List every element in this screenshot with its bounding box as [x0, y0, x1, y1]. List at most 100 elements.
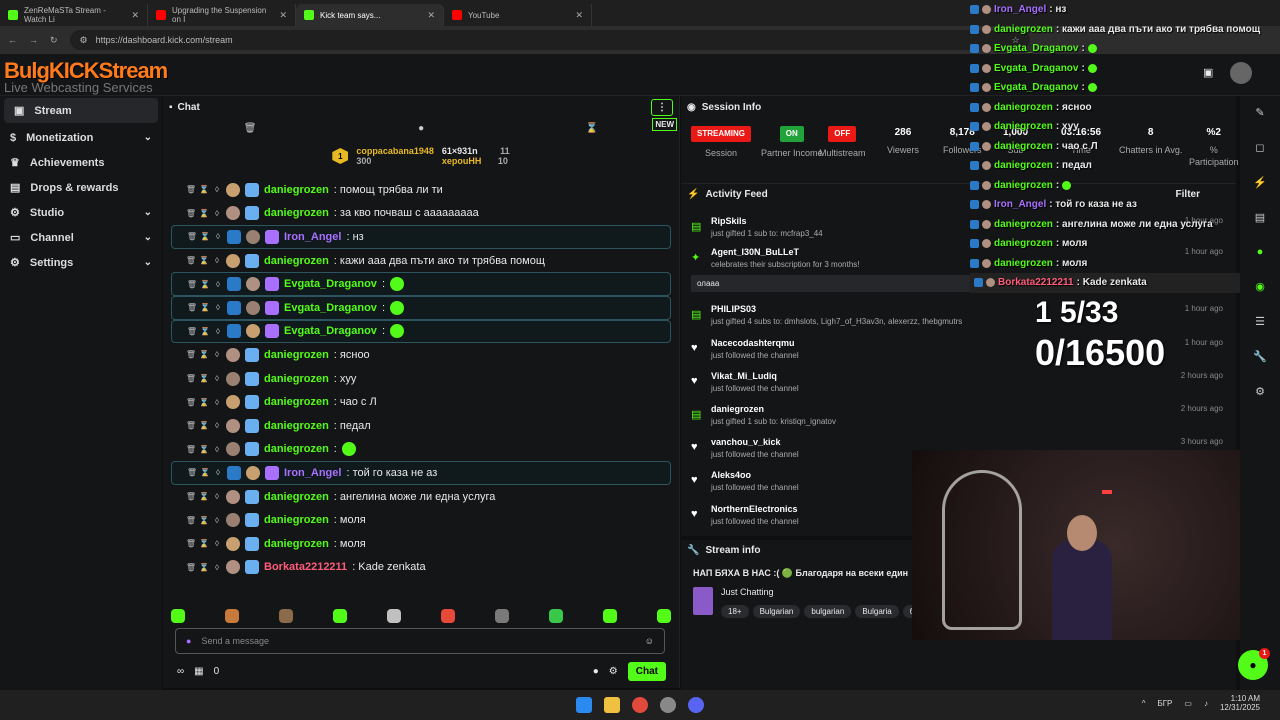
chat-tool-icon[interactable]: ●	[1257, 246, 1264, 258]
hourglass-icon[interactable]: ⌛	[199, 492, 209, 502]
trash-icon[interactable]: 🗑	[186, 562, 196, 572]
mic-icon[interactable]: ●	[186, 636, 191, 646]
hourglass-icon[interactable]: ⌛	[199, 397, 209, 407]
emote-icon[interactable]	[657, 609, 671, 623]
close-tab-icon[interactable]: ✕	[279, 10, 287, 21]
chat-message[interactable]: 🗑 ⌛ ◊ daniegrozen: ангелина може ли една ус…	[171, 485, 671, 509]
emoji-icon[interactable]: ☺	[645, 636, 654, 646]
chat-username[interactable]: daniegrozen	[264, 538, 329, 550]
stream-tag[interactable]: Bulgarian	[752, 605, 801, 618]
discord-icon[interactable]	[688, 697, 704, 713]
trash-icon[interactable]: 🗑	[186, 208, 196, 218]
chat-username[interactable]: daniegrozen	[264, 184, 329, 196]
chat-message[interactable]: 🗑 ⌛ ◊ Borkata2212211: Kade zenkata	[171, 556, 671, 580]
language-indicator[interactable]: БГР	[1157, 699, 1172, 708]
category-name[interactable]: Just Chatting	[721, 587, 938, 597]
trash-icon[interactable]: 🗑	[186, 421, 196, 431]
chat-message[interactable]: 🗑 ⌛ ◊ daniegrozen: за кво почваш с аааааааа…	[171, 202, 671, 226]
layers-icon[interactable]: ☰	[1255, 315, 1265, 328]
windows-start-icon[interactable]	[576, 697, 592, 713]
hourglass-icon[interactable]: ⌛	[200, 279, 210, 289]
activity-item[interactable]: ▤ daniegrozen just gifted 1 sub to: kristi…	[691, 404, 1231, 426]
reload-icon[interactable]: ↻	[50, 35, 58, 46]
trash-icon[interactable]: 🗑	[186, 515, 196, 525]
sidebar-item-achievements[interactable]: ♛ Achievements	[0, 150, 162, 175]
wrench-tool-icon[interactable]: 🔧	[1253, 350, 1267, 363]
chat-username[interactable]: Iron_Angel	[284, 467, 341, 479]
hourglass-icon[interactable]: ⌛	[199, 256, 209, 266]
chat-menu-button[interactable]: ⋮	[651, 98, 673, 116]
shield-icon[interactable]: ◊	[214, 326, 222, 336]
emote-icon[interactable]	[387, 609, 401, 623]
shield-icon[interactable]: ◊	[214, 468, 222, 478]
hourglass-icon[interactable]: ⌛	[199, 374, 209, 384]
hourglass-icon[interactable]: ⌛	[199, 208, 209, 218]
chat-input[interactable]: ● Send a message ☺	[175, 628, 665, 654]
trash-icon[interactable]: 🗑	[186, 492, 196, 502]
stream-tag[interactable]: bulgarian	[804, 605, 852, 618]
url-field[interactable]: ⚙ https://dashboard.kick.com/stream ☆	[69, 30, 1030, 50]
bolt-tool-icon[interactable]: ⚡	[1253, 176, 1267, 189]
shield-icon[interactable]: ◊	[213, 256, 221, 266]
hourglass-icon[interactable]: ⌛	[200, 468, 210, 478]
chat-username[interactable]: Iron_Angel	[284, 231, 341, 243]
stream-tag[interactable]: Bulgaria	[855, 605, 899, 618]
trash-icon[interactable]: 🗑	[186, 539, 196, 549]
sidebar-item-stream[interactable]: ▣ Stream	[4, 98, 158, 123]
clock[interactable]: 1:10 AM 12/31/2025	[1220, 694, 1260, 712]
pencil-icon[interactable]: ✎	[1255, 106, 1264, 119]
chat-message[interactable]: 🗑 ⌛ ◊ daniegrozen: хуу	[171, 367, 671, 391]
calendar-icon[interactable]: ▦	[194, 666, 203, 677]
file-icon[interactable]: ▤	[1255, 211, 1265, 224]
hourglass-icon[interactable]: ⌛	[199, 421, 209, 431]
chat-message[interactable]: 🗑 ⌛ ◊ Iron_Angel: той го каза не аз	[171, 461, 671, 485]
shield-icon[interactable]: ◊	[214, 303, 222, 313]
shield-icon[interactable]: ◊	[214, 279, 222, 289]
shield-icon[interactable]: ◊	[213, 562, 221, 572]
chat-message[interactable]: 🗑 ⌛ ◊ Iron_Angel: нз	[171, 225, 671, 249]
chat-message[interactable]: 🗑 ⌛ ◊ Evgata_Draganov:	[171, 295, 671, 320]
chat-message[interactable]: 🗑 ⌛ ◊ daniegrozen: моля	[171, 532, 671, 556]
activity-item[interactable]: ▤ PHILIPS03 just gifted 4 subs to: dmhslot…	[691, 304, 1231, 326]
settings-gear-icon[interactable]: ⚙	[609, 666, 618, 677]
sidebar-item-studio[interactable]: ⚙ Studio ⌄	[0, 200, 162, 225]
hourglass-icon[interactable]: ⌛	[199, 562, 209, 572]
network-icon[interactable]: ▭	[1184, 699, 1192, 708]
sidebar-item-settings[interactable]: ⚙ Settings ⌄	[0, 250, 162, 275]
chat-bubble-icon[interactable]: ●	[593, 666, 599, 677]
broadcast-tool-icon[interactable]: ◉	[1255, 280, 1265, 293]
chat-message[interactable]: 🗑 ⌛ ◊ daniegrozen: помощ трябва ли ти	[171, 178, 671, 202]
emote-icon[interactable]	[441, 609, 455, 623]
hourglass-icon[interactable]: ⌛	[200, 303, 210, 313]
logo[interactable]: BulgKICKStream Live Webcasting Services	[4, 58, 174, 95]
chat-message[interactable]: 🗑 ⌛ ◊ daniegrozen: кажи ааа два пъти ако ти…	[171, 249, 671, 273]
trash-icon[interactable]: 🗑	[186, 185, 196, 195]
chat-message[interactable]: 🗑 ⌛ ◊ daniegrozen:	[171, 438, 671, 462]
chat-username[interactable]: daniegrozen	[264, 207, 329, 219]
trash-icon[interactable]: 🗑	[187, 326, 197, 336]
chat-message[interactable]: 🗑 ⌛ ◊ Evgata_Draganov:	[171, 319, 671, 344]
back-icon[interactable]: ←	[8, 35, 17, 45]
hourglass-icon[interactable]: ⌛	[199, 350, 209, 360]
hourglass-icon[interactable]: ⌛	[199, 185, 209, 195]
emote-icon[interactable]	[495, 609, 509, 623]
sidebar-item-channel[interactable]: ▭ Channel ⌄	[0, 225, 162, 250]
chat-username[interactable]: Borkata2212211	[264, 561, 347, 573]
shield-icon[interactable]: ◊	[213, 397, 221, 407]
chat-username[interactable]: daniegrozen	[264, 420, 329, 432]
trash-icon[interactable]: 🗑	[186, 374, 196, 384]
stream-tag[interactable]: 18+	[721, 605, 749, 618]
chat-username[interactable]: daniegrozen	[264, 514, 329, 526]
chat-username[interactable]: daniegrozen	[264, 373, 329, 385]
trash-icon[interactable]: 🗑	[186, 350, 196, 360]
emote-icon[interactable]	[333, 609, 347, 623]
shield-icon[interactable]: ◊	[214, 232, 222, 242]
support-chat-button[interactable]: ● 1	[1238, 648, 1270, 680]
chat-message[interactable]: 🗑 ⌛ ◊ daniegrozen: чао с Л	[171, 390, 671, 414]
close-tab-icon[interactable]: ✕	[131, 10, 139, 21]
browser-tab[interactable]: YouTube ✕	[444, 4, 592, 26]
site-info-icon[interactable]: ⚙	[80, 35, 88, 46]
trash-icon[interactable]: 🗑	[186, 444, 196, 454]
chat-message[interactable]: 🗑 ⌛ ◊ Evgata_Draganov:	[171, 272, 671, 296]
hourglass-icon[interactable]: ⌛	[586, 123, 598, 134]
